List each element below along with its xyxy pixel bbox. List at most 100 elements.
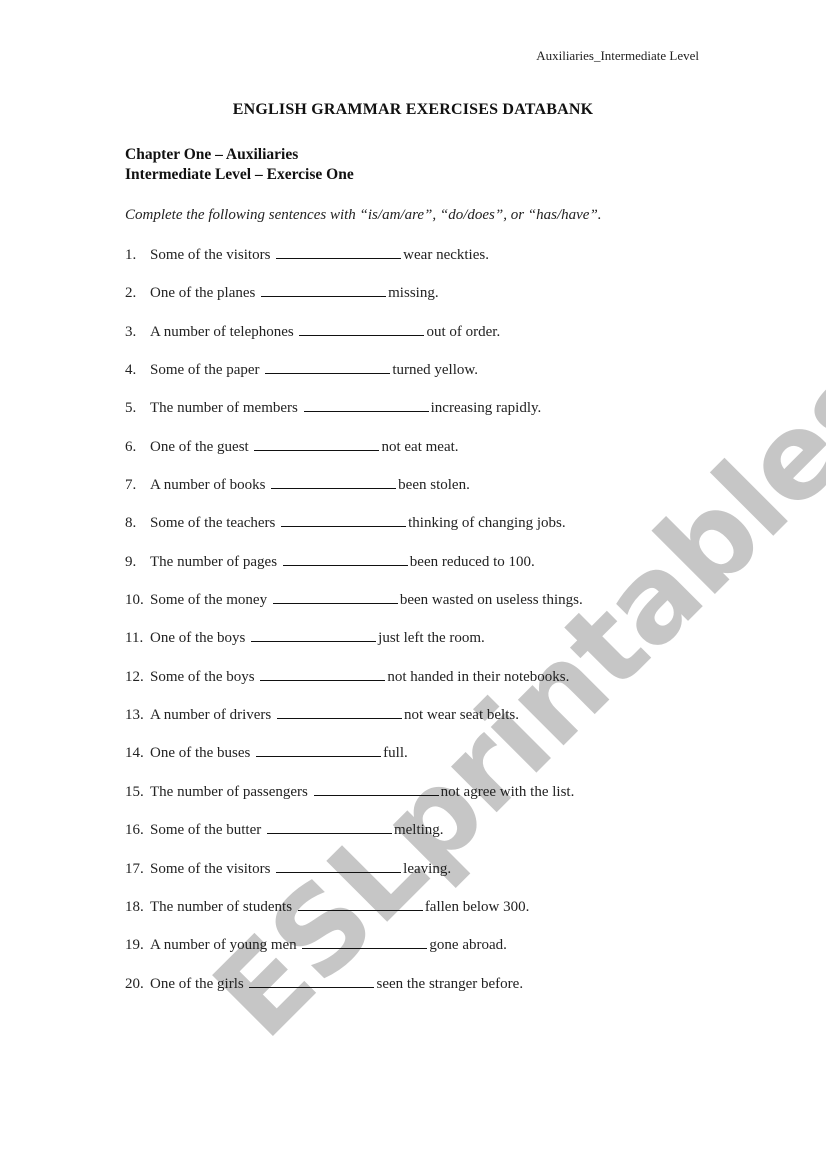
exercise-item: 10. Some of the money been wasted on usel… xyxy=(125,589,583,627)
item-sentence-end: just left the room. xyxy=(378,630,485,647)
answer-blank[interactable] xyxy=(272,589,398,605)
item-sentence-start: One of the guest xyxy=(150,438,249,455)
item-sentence-end: not agree with the list. xyxy=(440,783,575,800)
item-sentence-start: A number of young men xyxy=(150,937,297,954)
item-sentence-start: One of the girls xyxy=(150,975,244,992)
item-number: 6. xyxy=(125,438,137,455)
item-sentence-start: Some of the paper xyxy=(150,362,260,379)
item-number: 7. xyxy=(125,477,137,494)
item-sentence-end: been stolen. xyxy=(398,477,470,494)
answer-blank[interactable] xyxy=(276,858,402,873)
chapter-title: Chapter One – Auxiliaries xyxy=(125,146,299,163)
exercise-item: 7. A number of books been stolen. xyxy=(125,474,583,512)
item-sentence-start: Some of the boys xyxy=(150,668,255,685)
answer-blank[interactable] xyxy=(276,704,402,720)
item-sentence-start: Some of the visitors xyxy=(150,860,271,877)
answer-blank[interactable] xyxy=(251,627,377,643)
item-sentence-end: increasing rapidly. xyxy=(430,400,542,417)
exercise-item: 6. One of the guest not eat meat. xyxy=(125,436,583,474)
item-number: 20. xyxy=(125,975,144,992)
item-sentence-end: been reduced to 100. xyxy=(409,553,535,570)
item-sentence-end: missing. xyxy=(388,285,439,302)
answer-blank[interactable] xyxy=(281,512,407,528)
exercise-item: 12. Some of the boys not handed in their … xyxy=(125,666,583,704)
instructions: Complete the following sentences with “i… xyxy=(125,207,602,223)
item-number: 18. xyxy=(125,898,144,915)
exercise-item: 14. One of the buses full. xyxy=(125,742,583,780)
item-sentence-start: The number of students xyxy=(150,898,293,915)
exercise-item: 2. One of the planes missing. xyxy=(125,282,583,320)
answer-blank[interactable] xyxy=(265,359,391,375)
exercise-item: 1. Some of the visitors wear neckties. xyxy=(125,244,583,282)
exercise-item: 16. Some of the butter melting. xyxy=(125,819,583,857)
item-sentence-start: Some of the butter xyxy=(150,822,262,839)
exercise-item: 20. One of the girls seen the stranger be… xyxy=(125,973,583,1011)
item-sentence-start: The number of passengers xyxy=(150,783,308,800)
item-sentence-end: full. xyxy=(383,745,408,762)
answer-blank[interactable] xyxy=(282,551,408,566)
item-sentence-end: not wear seat belts. xyxy=(403,707,519,724)
item-number: 3. xyxy=(125,323,137,340)
item-sentence-end: turned yellow. xyxy=(392,362,478,379)
answer-blank[interactable] xyxy=(297,896,423,911)
item-sentence-end: not handed in their notebooks. xyxy=(387,668,570,685)
item-sentence-start: A number of books xyxy=(150,477,266,494)
answer-blank[interactable] xyxy=(266,819,392,835)
item-sentence-end: thinking of changing jobs. xyxy=(408,515,566,532)
exercise-item: 13. A number of drivers not wear seat bel… xyxy=(125,704,583,742)
exercise-level: Intermediate Level – Exercise One xyxy=(125,166,354,183)
item-sentence-end: melting. xyxy=(393,822,444,839)
item-sentence-start: Some of the money xyxy=(150,592,268,609)
document-title: ENGLISH GRAMMAR EXERCISES DATABANK xyxy=(232,101,594,118)
answer-blank[interactable] xyxy=(303,397,429,413)
item-number: 17. xyxy=(125,860,144,877)
item-number: 13. xyxy=(125,707,144,724)
item-sentence-end: fallen below 300. xyxy=(424,898,530,915)
item-number: 4. xyxy=(125,362,137,379)
exercise-item: 15. The number of passengers not agree wi… xyxy=(125,781,583,819)
item-sentence-end: gone abroad. xyxy=(429,937,507,954)
header-note: Auxiliaries_Intermediate Level xyxy=(536,48,699,63)
item-number: 5. xyxy=(125,400,137,417)
item-number: 12. xyxy=(125,668,144,685)
exercise-item: 18. The number of students fallen below 3… xyxy=(125,896,583,934)
exercise-list: 1. Some of the visitors wear neckties. 2. O… xyxy=(125,244,583,1011)
item-number: 2. xyxy=(125,285,137,302)
item-sentence-start: Some of the teachers xyxy=(150,515,276,532)
exercise-item: 8. Some of the teachers thinking of chang… xyxy=(125,512,583,550)
answer-blank[interactable] xyxy=(276,244,402,259)
item-sentence-start: A number of drivers xyxy=(150,707,272,724)
answer-blank[interactable] xyxy=(249,973,375,988)
exercise-item: 11. One of the boys just left the room. xyxy=(125,627,583,665)
item-sentence-start: One of the planes xyxy=(150,285,256,302)
answer-blank[interactable] xyxy=(261,282,387,298)
exercise-item: 17. Some of the visitors leaving. xyxy=(125,858,583,896)
answer-blank[interactable] xyxy=(256,742,382,758)
item-sentence-start: The number of members xyxy=(150,400,298,417)
exercise-item: 9. The number of pages been reduced to 10… xyxy=(125,551,583,589)
item-sentence-end: wear neckties. xyxy=(403,247,489,263)
exercise-item: 19. A number of young men gone abroad. xyxy=(125,934,583,972)
item-sentence-end: leaving. xyxy=(403,860,452,877)
answer-blank[interactable] xyxy=(302,934,428,950)
exercise-item: 4. Some of the paper turned yellow. xyxy=(125,359,583,397)
item-sentence-start: Some of the visitors xyxy=(150,247,271,263)
answer-blank[interactable] xyxy=(254,436,380,451)
chapter-heading: Chapter One – Auxiliaries Intermediate L… xyxy=(125,145,354,185)
answer-blank[interactable] xyxy=(313,781,439,796)
item-sentence-end: not eat meat. xyxy=(381,438,459,455)
answer-blank[interactable] xyxy=(299,321,425,336)
answer-blank[interactable] xyxy=(271,474,397,490)
item-number: 14. xyxy=(125,745,144,762)
item-number: 19. xyxy=(125,937,144,954)
item-number: 15. xyxy=(125,783,144,800)
item-number: 11. xyxy=(125,630,144,647)
item-sentence-start: One of the boys xyxy=(150,630,246,647)
exercise-item: 5. The number of members increasing rapid… xyxy=(125,397,583,435)
item-sentence-end: seen the stranger before. xyxy=(376,975,524,992)
item-sentence-end: been wasted on useless things. xyxy=(399,592,583,609)
item-sentence-start: The number of pages xyxy=(150,553,278,570)
item-sentence-end: out of order. xyxy=(426,323,501,340)
answer-blank[interactable] xyxy=(260,666,386,681)
item-number: 9. xyxy=(125,553,137,570)
